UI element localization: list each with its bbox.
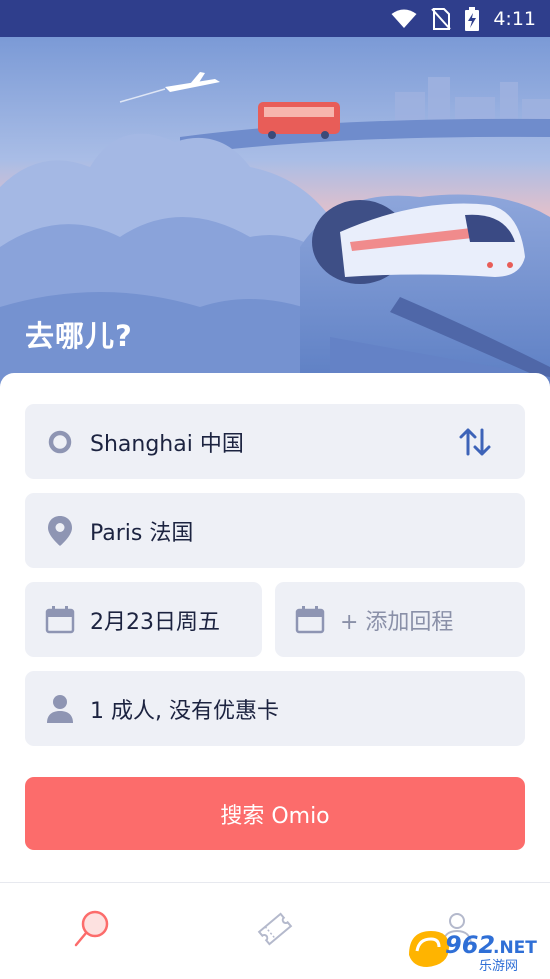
passengers-field[interactable]: 1 成人, 没有优惠卡: [25, 671, 525, 746]
calendar-icon: [45, 605, 75, 635]
search-button-label: 搜索 Omio: [220, 803, 330, 829]
depart-date-field[interactable]: 2月23日周五: [25, 582, 262, 657]
watermark-subtitle: 乐游网: [479, 959, 518, 973]
swap-arrows-icon: [459, 428, 491, 455]
return-date-field[interactable]: + 添加回程: [275, 582, 525, 657]
status-time: 4:11: [493, 7, 536, 30]
destination-field[interactable]: Paris 法国: [25, 493, 525, 568]
nav-tickets[interactable]: [251, 905, 299, 953]
ticket-icon: [257, 912, 293, 946]
nav-search[interactable]: [68, 905, 116, 953]
watermark-brand: 962: [445, 931, 495, 959]
page-title: 去哪儿?: [25, 319, 133, 353]
origin-value: Shanghai 中国: [90, 431, 244, 457]
destination-value: Paris 法国: [90, 520, 194, 546]
swap-button[interactable]: [457, 424, 493, 460]
no-sim-icon: [431, 7, 452, 30]
search-button[interactable]: 搜索 Omio: [25, 777, 525, 850]
passengers-value: 1 成人, 没有优惠卡: [90, 698, 279, 724]
battery-charging-icon: [465, 6, 480, 31]
wifi-icon: [391, 9, 417, 28]
bus-illustration: [258, 102, 340, 139]
location-pin-icon: [45, 515, 75, 546]
return-date-placeholder: + 添加回程: [340, 609, 454, 635]
depart-date-value: 2月23日周五: [90, 609, 220, 635]
status-bar: 4:11: [0, 0, 550, 37]
origin-circle-icon: [45, 427, 75, 457]
hero-banner: 去哪儿?: [0, 37, 550, 387]
watermark-suffix: .NET: [493, 938, 537, 958]
person-icon: [45, 694, 75, 724]
watermark-logo: 962 .NET 乐游网: [409, 931, 537, 974]
search-form: Shanghai 中国 Paris 法国 2月23日周五 + 添加回程 1 成人…: [0, 373, 550, 883]
site-watermark: 962 .NET 乐游网: [405, 925, 540, 974]
origin-field[interactable]: Shanghai 中国: [25, 404, 525, 479]
search-magnifier-icon: [74, 910, 109, 947]
calendar-icon: [295, 605, 325, 635]
